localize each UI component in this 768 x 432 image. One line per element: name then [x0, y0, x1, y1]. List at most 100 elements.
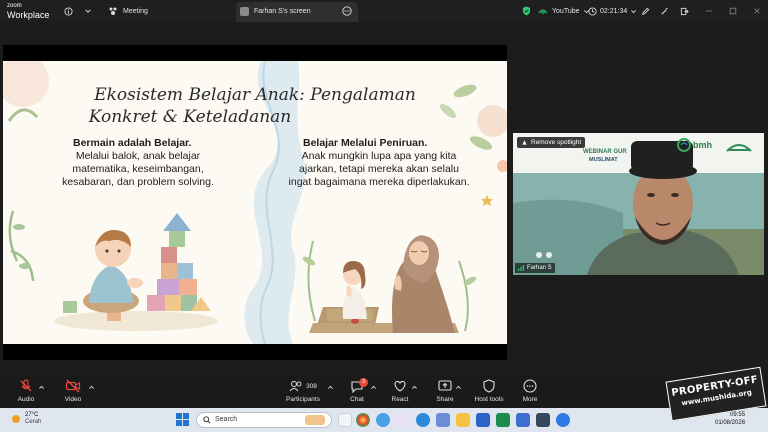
shield-icon[interactable] [522, 4, 531, 18]
slide-title-line2: Konkret & Keteladanan [88, 107, 292, 127]
participant-name: Farhan S [527, 265, 552, 271]
left-section-heading: Bermain adalah Belajar. [73, 137, 192, 149]
tab-meeting[interactable]: Meeting [108, 4, 148, 18]
zoom-workplace-logo: zoom Workplace [7, 3, 49, 20]
participant-name-tag: Farhan S [515, 263, 555, 273]
file-explorer-icon[interactable] [456, 413, 470, 427]
slide-title-line1: Ekosistem Belajar Anak: Pengalaman [94, 85, 416, 105]
react-label: React [391, 396, 409, 403]
participants-label: Participants [286, 396, 320, 403]
chevron-down-icon[interactable] [84, 4, 92, 18]
microphone-muted-icon [20, 379, 32, 392]
title-bar: zoom Workplace Meeting Farhan S's screen… [0, 0, 768, 22]
tab-screen-label: Farhan S's screen [254, 7, 311, 15]
share-options-chevron[interactable] [453, 384, 463, 393]
participants-options-chevron[interactable] [325, 384, 335, 393]
app-icon[interactable] [396, 413, 410, 427]
video-options-chevron[interactable] [86, 384, 96, 393]
start-button[interactable] [176, 413, 189, 431]
exit-icon[interactable] [680, 4, 689, 18]
chat-label: Chat [350, 396, 364, 403]
participants-button[interactable]: 308 Participants [280, 378, 326, 403]
search-icon [203, 416, 211, 424]
participants-icon [289, 381, 302, 392]
left-body-line: matematika, keseimbangan, [72, 163, 204, 175]
copilot-icon[interactable] [376, 413, 390, 427]
weather-desc: Cerah [25, 419, 42, 425]
search-placeholder: Search [215, 416, 238, 423]
banner-subtext: MUSLIMAT [589, 157, 618, 163]
remove-spotlight-label: Remove spotlight [531, 139, 582, 146]
tab-meeting-label: Meeting [123, 7, 148, 15]
audio-label: Audio [17, 396, 35, 403]
tab-shared-screen[interactable]: Farhan S's screen [236, 2, 358, 22]
chevron-up-icon [411, 385, 417, 389]
logo-top-text: zoom [7, 3, 22, 9]
more-button[interactable]: More [508, 378, 552, 403]
host-tools-button[interactable]: Host tools [467, 378, 511, 403]
mother-child-praying-illustration [309, 235, 459, 333]
chevron-up-icon [370, 385, 376, 389]
child-playing-blocks-illustration [54, 213, 218, 331]
shield-icon [483, 379, 495, 393]
signal-icon [518, 265, 524, 271]
weather-widget[interactable]: 27°C Cerah [10, 412, 41, 426]
bmh-logo-icon [677, 138, 691, 152]
youtube-stream-indicator[interactable]: YouTube [538, 4, 590, 18]
more-options-icon[interactable] [342, 4, 352, 18]
chat-options-chevron[interactable] [368, 384, 378, 393]
right-body-line: ingat bagaimana mereka diperlakukan. [288, 176, 470, 188]
stream-label: YouTube [552, 7, 580, 15]
participant-video-tile[interactable]: Remove spotlight WEBINAR GUR MUSLIMAT bm… [513, 133, 764, 275]
heart-icon [394, 380, 406, 392]
more-icon [523, 379, 537, 393]
outlook-icon[interactable] [516, 413, 530, 427]
chevron-up-icon [88, 385, 94, 389]
meeting-controls-bar: Audio Video 308 Participants 3 Chat Reac… [0, 376, 768, 408]
share-screen-icon [438, 380, 452, 391]
chrome-icon[interactable] [356, 413, 370, 427]
sun-icon [12, 415, 20, 423]
maximize-icon[interactable] [729, 4, 737, 18]
excel-icon[interactable] [496, 413, 510, 427]
app-icon[interactable] [536, 413, 550, 427]
pencil-icon[interactable] [641, 4, 650, 18]
audio-options-chevron[interactable] [36, 384, 46, 393]
chevron-down-icon [631, 9, 637, 13]
react-options-chevron[interactable] [409, 384, 419, 393]
close-icon[interactable] [753, 4, 761, 18]
left-body-line: Melalui balok, anak belajar [75, 150, 201, 162]
meeting-timer[interactable]: 02:21:34 [588, 4, 637, 18]
right-body-line: ajarkan, tetapi mereka akan selalu [299, 163, 459, 175]
left-section-body: Melalui balok, anak belajar matematika, … [53, 150, 223, 189]
remove-spotlight-button[interactable]: Remove spotlight [517, 137, 586, 148]
magic-wand-icon[interactable] [660, 4, 669, 18]
participant-count: 308 [306, 382, 317, 390]
chat-unread-badge: 3 [359, 378, 368, 387]
share-label: Share [436, 396, 454, 403]
clock-icon [588, 6, 597, 16]
taskbar-search-box[interactable]: Search [196, 412, 332, 428]
app-icon[interactable] [436, 413, 450, 427]
clock-date: 01/08/2026 [715, 420, 746, 426]
timer-text: 02:21:34 [600, 7, 628, 15]
zoom-app-icon[interactable] [556, 413, 570, 427]
task-view-icon[interactable] [338, 413, 352, 427]
meeting-icon [109, 7, 117, 15]
more-label: More [522, 396, 538, 403]
edge-icon[interactable] [416, 413, 430, 427]
chevron-up-icon [455, 385, 461, 389]
search-highlight-icon [305, 415, 325, 425]
minimize-icon[interactable] [705, 4, 713, 18]
muslimat-logo-icon [726, 144, 752, 152]
host-tools-label: Host tools [474, 396, 504, 403]
video-label: Video [64, 396, 82, 403]
live-stream-icon [538, 9, 548, 15]
left-body-line: kesabaran, dan problem solving. [62, 176, 214, 188]
bmh-logo-text: bmh [693, 140, 712, 150]
avatar [240, 6, 249, 16]
camera-off-icon [65, 379, 81, 393]
word-icon[interactable] [476, 413, 490, 427]
info-icon[interactable] [64, 4, 73, 18]
right-section-heading: Belajar Melalui Peniruan. [303, 137, 428, 149]
